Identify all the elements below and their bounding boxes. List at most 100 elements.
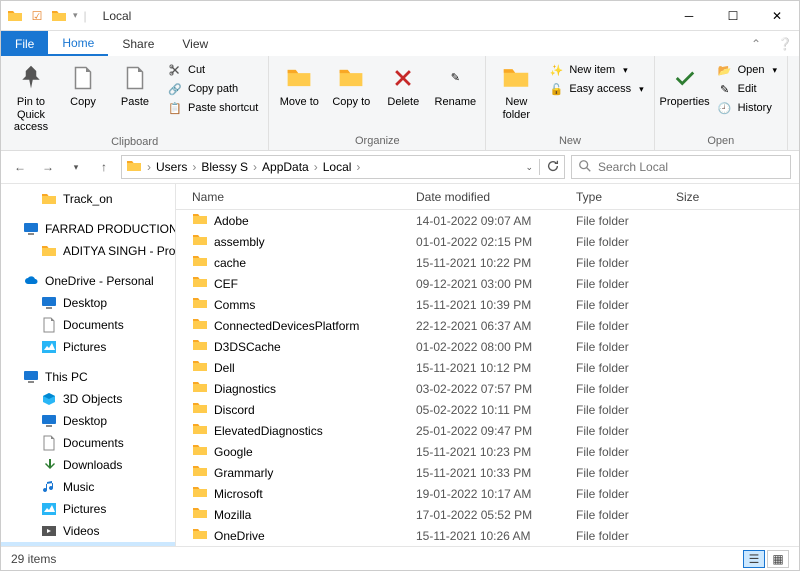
forward-button[interactable]: → (37, 156, 59, 178)
qat-dropdown-icon[interactable] (51, 8, 67, 24)
nav-track-on[interactable]: Track_on (1, 188, 175, 210)
col-date[interactable]: Date modified (416, 190, 576, 204)
nav-pc-desktop[interactable]: Desktop (1, 410, 175, 432)
tab-home[interactable]: Home (48, 31, 108, 56)
file-date: 03-02-2022 07:57 PM (416, 382, 576, 396)
select-all-button[interactable]: ☑Select all (794, 61, 800, 79)
recent-button[interactable]: ▾ (65, 156, 87, 178)
copy-path-icon: 🔗 (167, 81, 183, 97)
table-row[interactable]: Diagnostics03-02-2022 07:57 PMFile folde… (176, 378, 799, 399)
nav-3d-objects[interactable]: 3D Objects (1, 388, 175, 410)
nav-od-desktop[interactable]: Desktop (1, 292, 175, 314)
search-box[interactable] (571, 155, 791, 179)
copy-button[interactable]: Copy (59, 59, 107, 109)
chevron-right-icon[interactable]: › (311, 160, 321, 174)
table-row[interactable]: assembly01-01-2022 02:15 PMFile folder (176, 231, 799, 252)
nav-pc-music[interactable]: Music (1, 476, 175, 498)
paste-shortcut-button[interactable]: 📋Paste shortcut (163, 99, 262, 117)
easy-access-button[interactable]: 🔓Easy access▾ (544, 80, 647, 98)
table-row[interactable]: cache15-11-2021 10:22 PMFile folder (176, 252, 799, 273)
edit-button[interactable]: ✎Edit (713, 80, 781, 98)
paste-button[interactable]: Paste (111, 59, 159, 109)
copy-to-button[interactable]: Copy to (327, 59, 375, 109)
chevron-right-icon[interactable]: › (250, 160, 260, 174)
table-row[interactable]: ElevatedDiagnostics25-01-2022 09:47 PMFi… (176, 420, 799, 441)
tab-share[interactable]: Share (108, 31, 168, 56)
tab-file[interactable]: File (1, 31, 48, 56)
breadcrumb-item[interactable]: Users (156, 160, 187, 174)
nav-pc-videos[interactable]: Videos (1, 520, 175, 542)
copy-path-button[interactable]: 🔗Copy path (163, 80, 262, 98)
col-name[interactable]: Name (176, 190, 416, 204)
breadcrumb[interactable]: › Users› Blessy S› AppData› Local› ⌄ (121, 155, 565, 179)
table-row[interactable]: Google15-11-2021 10:23 PMFile folder (176, 441, 799, 462)
file-rows[interactable]: Adobe14-01-2022 09:07 AMFile folderassem… (176, 210, 799, 546)
qat-toggle-icon[interactable]: ☑ (29, 8, 45, 24)
up-button[interactable]: ↑ (93, 156, 115, 178)
file-name: D3DSCache (214, 340, 281, 354)
details-view-button[interactable]: ☰ (743, 550, 765, 568)
breadcrumb-item[interactable]: AppData (262, 160, 309, 174)
folder-icon (192, 463, 208, 482)
nav-onedrive[interactable]: OneDrive - Personal (1, 270, 175, 292)
chevron-right-icon[interactable]: › (189, 160, 199, 174)
rename-button[interactable]: ✎Rename (431, 59, 479, 109)
select-none-button[interactable]: ☐Select none (794, 80, 800, 98)
move-to-button[interactable]: Move to (275, 59, 323, 109)
table-row[interactable]: Discord05-02-2022 10:11 PMFile folder (176, 399, 799, 420)
cut-button[interactable]: Cut (163, 61, 262, 79)
chevron-right-icon[interactable]: › (353, 160, 363, 174)
file-type: File folder (576, 256, 676, 270)
table-row[interactable]: Dell15-11-2021 10:12 PMFile folder (176, 357, 799, 378)
table-row[interactable]: Grammarly15-11-2021 10:33 PMFile folder (176, 462, 799, 483)
search-input[interactable] (598, 160, 784, 174)
table-row[interactable]: Adobe14-01-2022 09:07 AMFile folder (176, 210, 799, 231)
nav-this-pc[interactable]: This PC (1, 366, 175, 388)
table-row[interactable]: CEF09-12-2021 03:00 PMFile folder (176, 273, 799, 294)
nav-pc-pictures[interactable]: Pictures (1, 498, 175, 520)
addr-dropdown-icon[interactable]: ⌄ (525, 162, 533, 173)
breadcrumb-item[interactable]: Blessy S (201, 160, 248, 174)
back-button[interactable]: ← (9, 156, 31, 178)
properties-button[interactable]: Properties (661, 59, 709, 109)
breadcrumb-item[interactable]: Local (323, 160, 352, 174)
table-row[interactable]: Microsoft19-01-2022 10:17 AMFile folder (176, 483, 799, 504)
col-type[interactable]: Type (576, 190, 676, 204)
open-button[interactable]: 📂Open▾ (713, 61, 781, 79)
table-row[interactable]: D3DSCache01-02-2022 08:00 PMFile folder (176, 336, 799, 357)
copy-icon (67, 62, 99, 94)
delete-button[interactable]: Delete (379, 59, 427, 109)
history-button[interactable]: 🕘History (713, 99, 781, 117)
refresh-button[interactable] (546, 159, 560, 176)
chevron-right-icon[interactable]: › (144, 160, 154, 174)
nav-pc-downloads[interactable]: Downloads (1, 454, 175, 476)
navigation-pane[interactable]: Track_on FARRAD PRODUCTION ADITYA SINGH … (1, 184, 176, 546)
nav-od-documents[interactable]: Documents (1, 314, 175, 336)
qat-chevron-icon[interactable]: ▾ (73, 10, 78, 21)
file-date: 15-11-2021 10:22 PM (416, 256, 576, 270)
icons-view-button[interactable]: ▦ (767, 550, 789, 568)
nav-od-pictures[interactable]: Pictures (1, 336, 175, 358)
col-size[interactable]: Size (676, 190, 799, 204)
table-row[interactable]: ConnectedDevicesPlatform22-12-2021 06:37… (176, 315, 799, 336)
ribbon-collapse-icon[interactable]: ⌃ (741, 31, 771, 56)
nav-farrad[interactable]: FARRAD PRODUCTION (1, 218, 175, 240)
nav-aditya[interactable]: ADITYA SINGH - Proo (1, 240, 175, 262)
tab-view[interactable]: View (168, 31, 222, 56)
minimize-button[interactable]: ─ (667, 1, 711, 31)
maximize-button[interactable]: ☐ (711, 1, 755, 31)
help-icon[interactable]: ❔ (771, 31, 799, 56)
invert-selection-button[interactable]: ◪Invert selection (794, 99, 800, 117)
pin-to-quick-access-button[interactable]: Pin to Quick access (7, 59, 55, 134)
file-type: File folder (576, 466, 676, 480)
file-date: 05-02-2022 10:11 PM (416, 403, 576, 417)
close-button[interactable]: ✕ (755, 1, 799, 31)
table-row[interactable]: Mozilla17-01-2022 05:52 PMFile folder (176, 504, 799, 525)
new-folder-button[interactable]: New folder (492, 59, 540, 121)
music-icon (41, 479, 57, 495)
table-row[interactable]: OneDrive15-11-2021 10:26 AMFile folder (176, 525, 799, 546)
nav-pc-documents[interactable]: Documents (1, 432, 175, 454)
new-item-button[interactable]: ✨New item▾ (544, 61, 647, 79)
table-row[interactable]: Comms15-11-2021 10:39 PMFile folder (176, 294, 799, 315)
file-name: Comms (214, 298, 255, 312)
